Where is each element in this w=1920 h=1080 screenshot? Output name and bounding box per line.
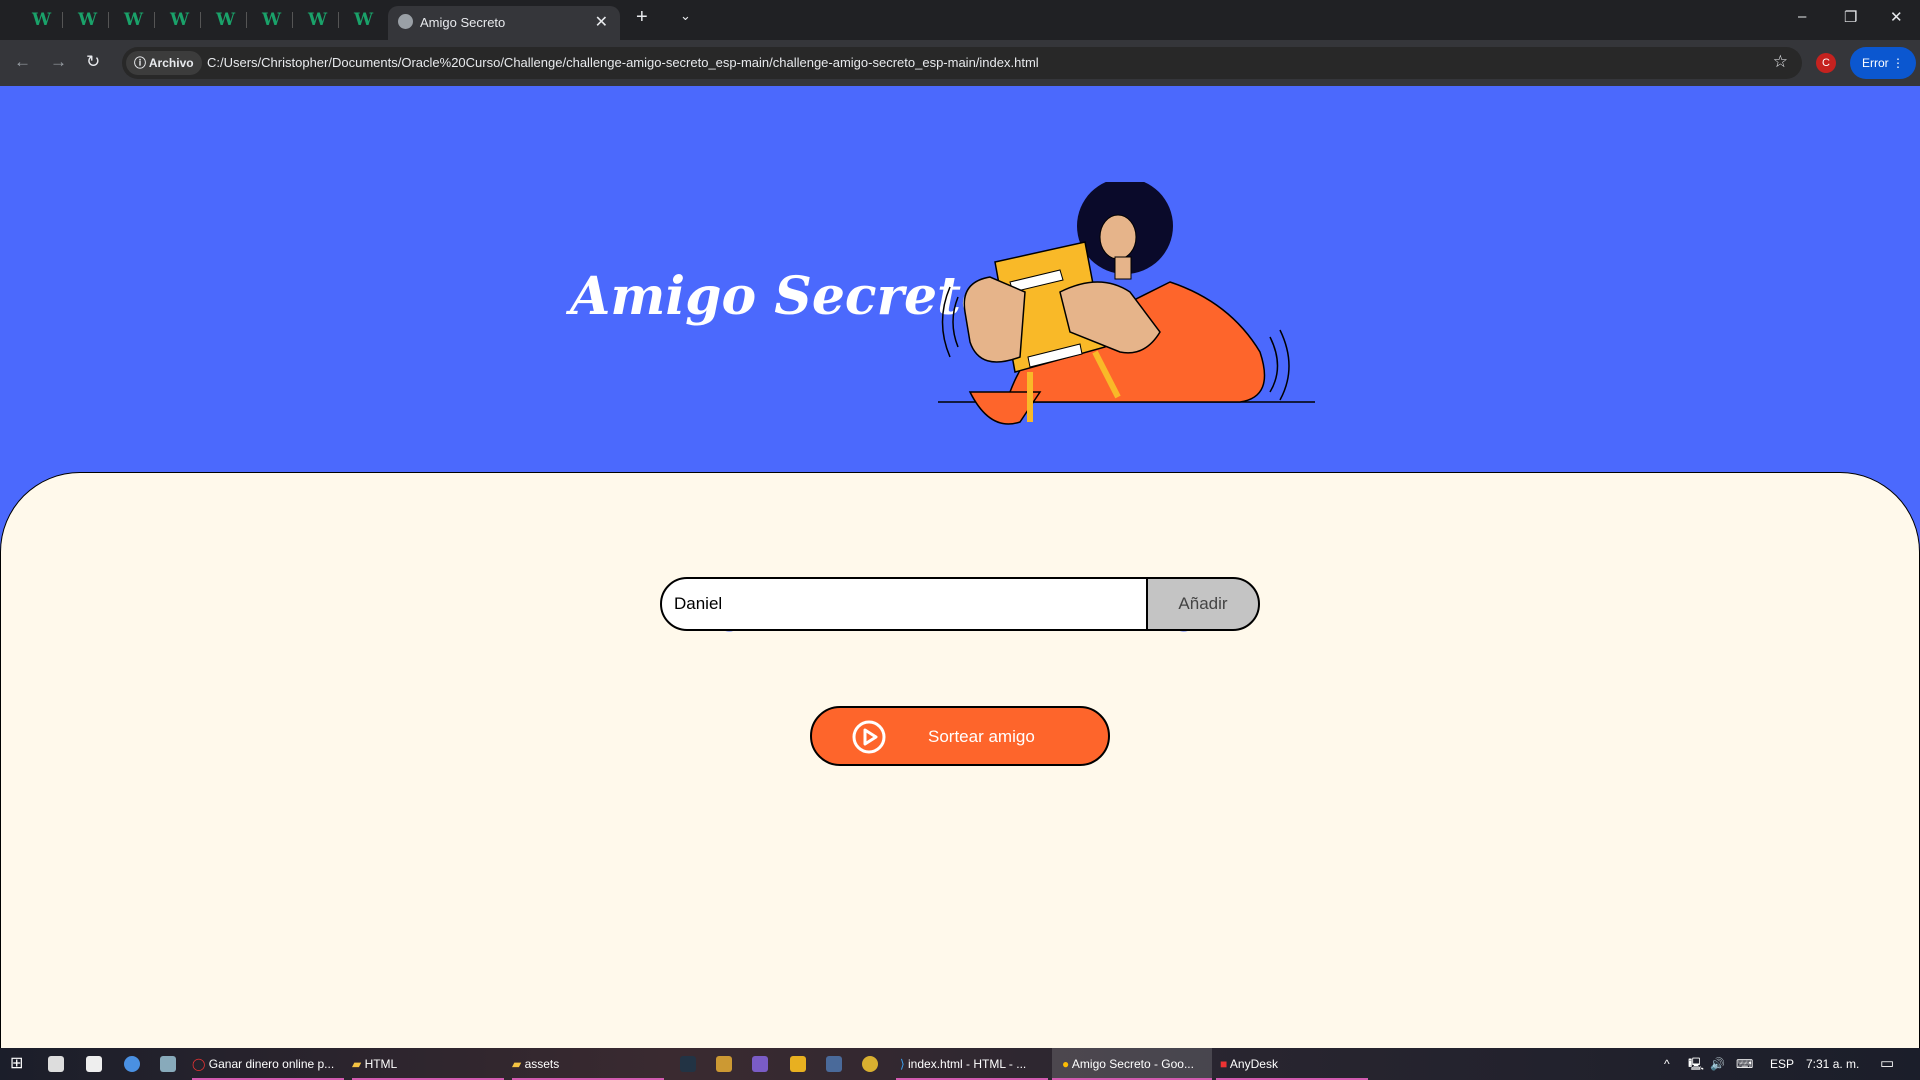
tray-chevron-icon[interactable]: ^ [1664,1048,1670,1080]
taskbar-label: Amigo Secreto - Goo... [1071,1057,1194,1071]
play-icon [852,720,886,754]
app-icon[interactable] [790,1056,806,1072]
notifications-icon[interactable]: ▭ [1880,1048,1894,1080]
app-icon[interactable] [716,1056,732,1072]
network-icon[interactable]: 🖳 [1688,1048,1704,1080]
minimize-icon[interactable]: – [1798,8,1806,25]
back-icon[interactable]: ← [14,52,31,72]
pinned-tab[interactable]: W [216,10,236,30]
error-button[interactable]: Error ⋮ [1850,47,1916,79]
app-icon[interactable] [680,1056,696,1072]
keyboard-icon[interactable]: ⌨ [1736,1048,1753,1080]
tab-divider [108,12,109,28]
site-info-chip[interactable]: ⓘ Archivo [126,51,202,75]
taskbar-label: AnyDesk [1229,1057,1278,1071]
tab-bar: W W W W W W W W Amigo Secreto ✕ + ⌄ – ❐ … [0,0,1920,40]
pinned-tab[interactable]: W [308,10,328,30]
new-tab-button[interactable]: + [636,6,648,29]
forward-icon[interactable]: → [50,52,67,72]
address-bar-row: ← → ↻ ⓘ Archivo C:/Users/Christopher/Doc… [0,40,1920,86]
tab-divider [246,12,247,28]
url-text[interactable]: C:/Users/Christopher/Documents/Oracle%20… [207,55,1039,70]
pinned-tab[interactable]: W [170,10,190,30]
active-tab[interactable]: Amigo Secreto ✕ [388,6,620,40]
reload-icon[interactable]: ↻ [86,52,100,72]
tab-divider [292,12,293,28]
close-window-icon[interactable]: ✕ [1890,8,1903,26]
language-indicator[interactable]: ESP [1770,1048,1794,1080]
taskbar: ⊞ ◯ Ganar dinero online p... ▰ HTML ▰ as… [0,1048,1920,1080]
taskbar-label: Ganar dinero online p... [208,1057,335,1071]
taskbar-item-opera[interactable]: ◯ Ganar dinero online p... [192,1048,344,1080]
start-icon[interactable]: ⊞ [10,1048,23,1080]
taskbar-item-html-folder[interactable]: ▰ HTML [352,1048,504,1080]
draw-friend-button[interactable]: Sortear amigo [810,706,1110,766]
omnibox[interactable]: ⓘ Archivo C:/Users/Christopher/Documents… [122,47,1802,79]
close-tab-icon[interactable]: ✕ [595,12,608,32]
pinned-tab[interactable]: W [262,10,282,30]
volume-icon[interactable]: 🔊 [1710,1048,1725,1080]
profile-avatar[interactable]: C [1816,53,1836,73]
mail-icon[interactable] [86,1056,102,1072]
taskbar-item-chrome[interactable]: ● Amigo Secreto - Goo... [1052,1048,1212,1080]
taskbar-item-vscode[interactable]: ⟩ index.html - HTML - ... [896,1048,1048,1080]
store-icon[interactable] [48,1056,64,1072]
friend-input-group: Añadir [660,577,1260,631]
app-icon[interactable] [862,1056,878,1072]
bookmark-star-icon[interactable]: ☆ [1773,52,1788,72]
tab-title: Amigo Secreto [420,15,506,30]
taskbar-item-assets-folder[interactable]: ▰ assets [512,1048,664,1080]
tab-divider [62,12,63,28]
globe-icon [398,14,413,29]
tab-divider [338,12,339,28]
vpn-icon[interactable] [124,1056,140,1072]
tab-divider [200,12,201,28]
add-button[interactable]: Añadir [1146,577,1260,631]
pinned-tab[interactable]: W [354,10,374,30]
pinned-tab[interactable]: W [32,10,52,30]
friend-name-input[interactable] [660,577,1148,631]
taskbar-label: HTML [364,1057,398,1071]
pinned-tab[interactable]: W [124,10,144,30]
person-with-gift-illustration [938,182,1315,425]
pinned-tab[interactable]: W [78,10,98,30]
tab-divider [154,12,155,28]
app-icon[interactable] [826,1056,842,1072]
tab-search-icon[interactable]: ⌄ [680,8,691,24]
taskbar-label: assets [524,1057,560,1071]
clock[interactable]: 7:31 a. m. [1806,1048,1859,1080]
restore-icon[interactable]: ❐ [1844,8,1857,26]
taskbar-item-anydesk[interactable]: ■ AnyDesk [1216,1048,1368,1080]
steam-icon[interactable] [160,1056,176,1072]
visual-studio-icon[interactable] [752,1056,768,1072]
draw-button-label: Sortear amigo [928,727,1035,746]
page-content: Amigo Secreto Digite el nombre de sus am… [0,86,1920,1048]
taskbar-label: index.html - HTML - ... [908,1057,1027,1071]
